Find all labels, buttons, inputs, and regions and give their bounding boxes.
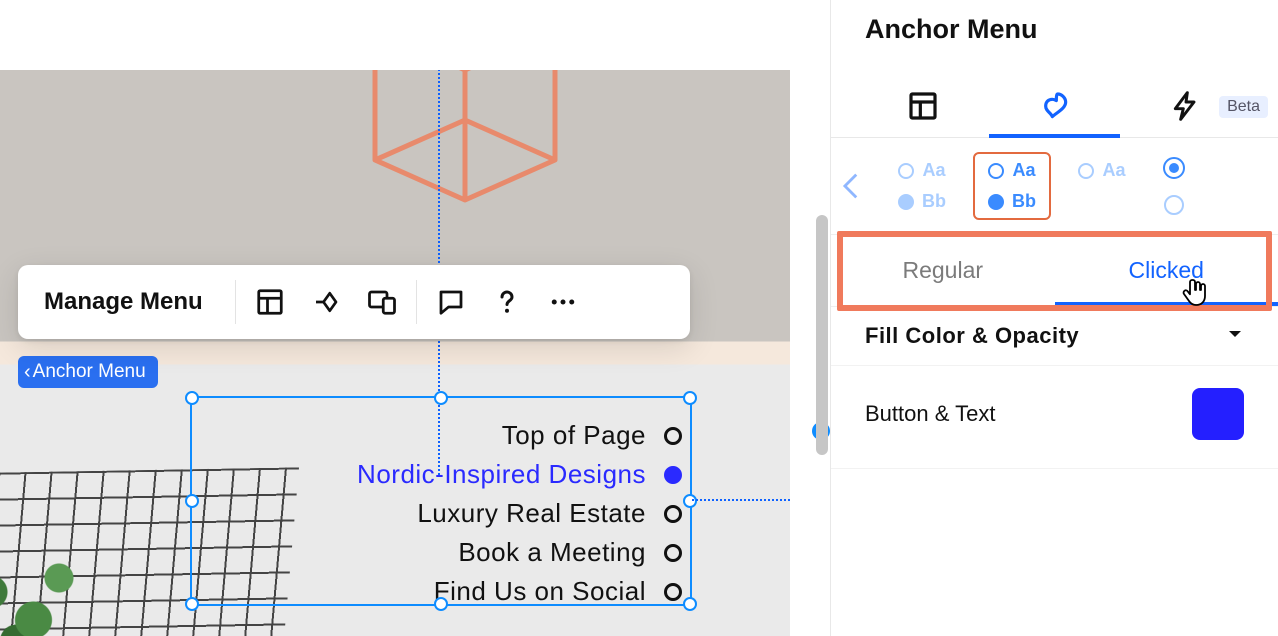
tab-design[interactable] xyxy=(989,75,1121,137)
comment-icon-button[interactable] xyxy=(423,274,479,330)
chevron-left-icon xyxy=(835,169,869,203)
comment-icon xyxy=(436,287,466,317)
decor-plant xyxy=(0,536,110,636)
resize-handle[interactable] xyxy=(434,391,448,405)
preset-label: Bb xyxy=(922,191,946,212)
style-preset[interactable]: Aa Bb xyxy=(883,154,961,218)
divider xyxy=(416,280,417,324)
preset-bullet-icon xyxy=(898,194,914,210)
preset-bullet-icon xyxy=(898,163,914,179)
anchor-item[interactable]: Luxury Real Estate xyxy=(190,494,682,533)
tab-animation[interactable] xyxy=(1120,75,1252,137)
preset-bullet-icon xyxy=(1078,163,1094,179)
radio-unselected-icon xyxy=(1164,195,1184,215)
back-arrow-button[interactable] xyxy=(835,169,869,203)
divider xyxy=(235,280,236,324)
anchor-item-bullet xyxy=(664,427,682,445)
anchor-item[interactable]: Book a Meeting xyxy=(190,533,682,572)
cursor-hand-icon xyxy=(1179,275,1215,316)
layout-icon xyxy=(907,90,939,122)
style-presets-row: Aa Bb Aa Bb Aa . xyxy=(831,138,1278,235)
more-icon xyxy=(548,287,578,317)
resize-handle[interactable] xyxy=(683,391,697,405)
more-icon-button[interactable] xyxy=(535,274,591,330)
style-preset[interactable] xyxy=(1163,157,1185,215)
preset-label: Aa xyxy=(1102,160,1125,181)
page-preview: Top of Page Nordic-Inspired Designs Luxu… xyxy=(0,70,790,636)
section-fill-body: Button & Text xyxy=(831,366,1278,469)
preset-label: Aa xyxy=(1012,160,1035,181)
inspector-panel: Anchor Menu Beta Aa Bb Aa Bb Aa . xyxy=(830,0,1278,636)
state-tab-clicked[interactable]: Clicked xyxy=(1055,235,1278,306)
element-tag-label: Anchor Menu xyxy=(33,361,146,383)
color-swatch-button[interactable] xyxy=(1192,388,1244,440)
color-row-label: Button & Text xyxy=(865,401,995,427)
anchor-item-bullet xyxy=(664,544,682,562)
canvas-area: Top of Page Nordic-Inspired Designs Luxu… xyxy=(0,0,830,636)
radio-selected-icon xyxy=(1163,157,1185,179)
decor-pendant xyxy=(350,70,580,240)
animation-icon xyxy=(311,287,341,317)
anchor-item-bullet xyxy=(664,583,682,601)
anchor-item-label: Luxury Real Estate xyxy=(417,498,646,529)
responsive-icon xyxy=(367,287,397,317)
animation-icon-button[interactable] xyxy=(298,274,354,330)
layout-icon xyxy=(255,287,285,317)
anchor-item-label: Top of Page xyxy=(502,420,646,451)
state-tab-label: Regular xyxy=(902,257,983,284)
guide-horizontal xyxy=(692,499,790,501)
chevron-left-icon: ‹ xyxy=(24,362,31,382)
style-preset[interactable]: Aa . xyxy=(1063,154,1141,218)
scrollbar-thumb[interactable] xyxy=(816,215,828,455)
style-preset-selected[interactable]: Aa Bb xyxy=(973,152,1051,220)
anchor-menu-element[interactable]: Top of Page Nordic-Inspired Designs Luxu… xyxy=(190,406,692,621)
anchor-item[interactable]: Nordic-Inspired Designs xyxy=(190,455,682,494)
panel-title: Anchor Menu xyxy=(831,0,1278,51)
responsive-icon-button[interactable] xyxy=(354,274,410,330)
canvas-scrollbar[interactable] xyxy=(816,105,830,635)
preset-bullet-icon xyxy=(988,163,1004,179)
preset-label: Bb xyxy=(1012,191,1036,212)
panel-tabs xyxy=(831,51,1278,138)
anchor-item-bullet xyxy=(664,466,682,484)
layout-icon-button[interactable] xyxy=(242,274,298,330)
anchor-item[interactable]: Top of Page xyxy=(190,416,682,455)
preset-bullet-icon xyxy=(988,194,1004,210)
anchor-item[interactable]: Find Us on Social xyxy=(190,572,682,611)
preset-label: Aa xyxy=(922,160,945,181)
lightning-icon xyxy=(1170,90,1202,122)
element-tag[interactable]: ‹ Anchor Menu xyxy=(18,356,158,388)
resize-handle[interactable] xyxy=(185,391,199,405)
chevron-down-icon xyxy=(1226,323,1244,349)
manage-menu-button[interactable]: Manage Menu xyxy=(18,288,229,316)
brush-icon xyxy=(1039,90,1071,122)
section-title: Fill Color & Opacity xyxy=(865,323,1079,349)
element-toolbar: Manage Menu xyxy=(18,265,690,339)
state-tab-regular[interactable]: Regular xyxy=(831,235,1055,306)
anchor-item-label: Book a Meeting xyxy=(458,537,646,568)
state-tabs-container: Regular Clicked xyxy=(831,235,1278,307)
anchor-item-label: Nordic-Inspired Designs xyxy=(357,459,646,490)
tab-layout[interactable] xyxy=(857,75,989,137)
help-icon xyxy=(492,287,522,317)
anchor-item-label: Find Us on Social xyxy=(434,576,646,607)
anchor-item-bullet xyxy=(664,505,682,523)
help-icon-button[interactable] xyxy=(479,274,535,330)
